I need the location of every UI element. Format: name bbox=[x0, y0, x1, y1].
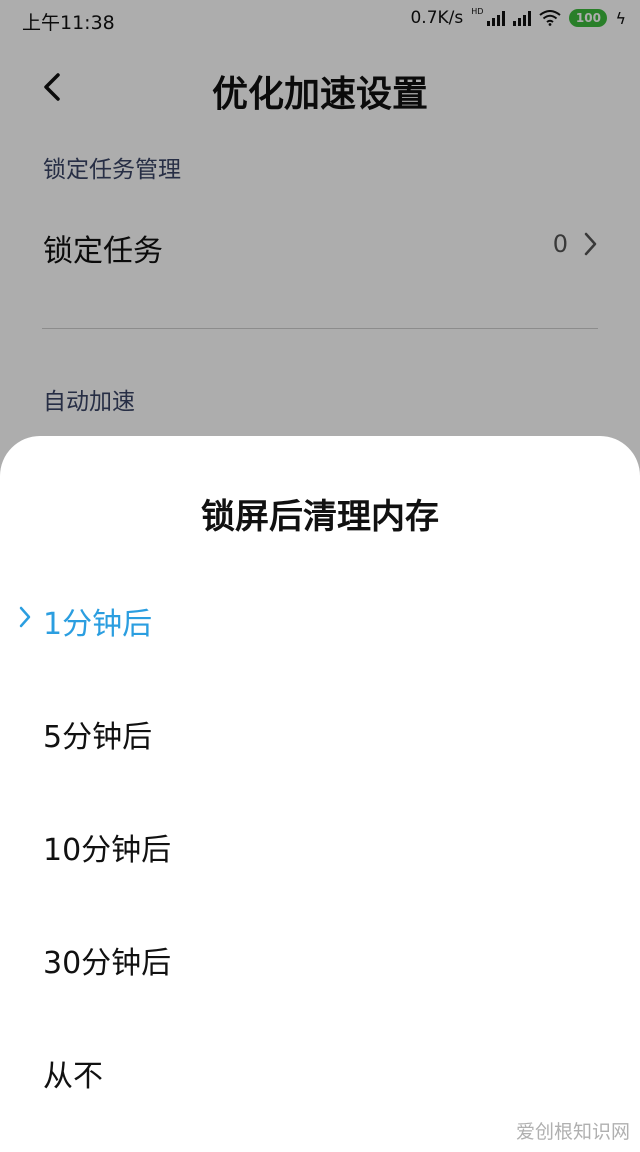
watermark: 爱创根知识网 bbox=[515, 1121, 630, 1143]
option-label: 30分钟后 bbox=[43, 946, 172, 981]
option-10-minutes[interactable]: 10分钟后 bbox=[0, 799, 640, 889]
option-label: 从不 bbox=[43, 1059, 103, 1094]
option-label: 1分钟后 bbox=[43, 607, 153, 642]
option-label: 10分钟后 bbox=[43, 833, 172, 868]
option-label: 5分钟后 bbox=[43, 720, 153, 755]
sheet-title: 锁屏后清理内存 bbox=[201, 497, 439, 537]
option-never[interactable]: 从不 bbox=[0, 1025, 640, 1115]
check-chevron-icon bbox=[19, 606, 31, 628]
option-30-minutes[interactable]: 30分钟后 bbox=[0, 912, 640, 1002]
option-5-minutes[interactable]: 5分钟后 bbox=[0, 686, 640, 776]
bottom-sheet: 锁屏后清理内存 1分钟后 5分钟后 10分钟后 30分钟后 从不 bbox=[0, 436, 640, 1152]
option-1-minute[interactable]: 1分钟后 bbox=[0, 573, 640, 663]
